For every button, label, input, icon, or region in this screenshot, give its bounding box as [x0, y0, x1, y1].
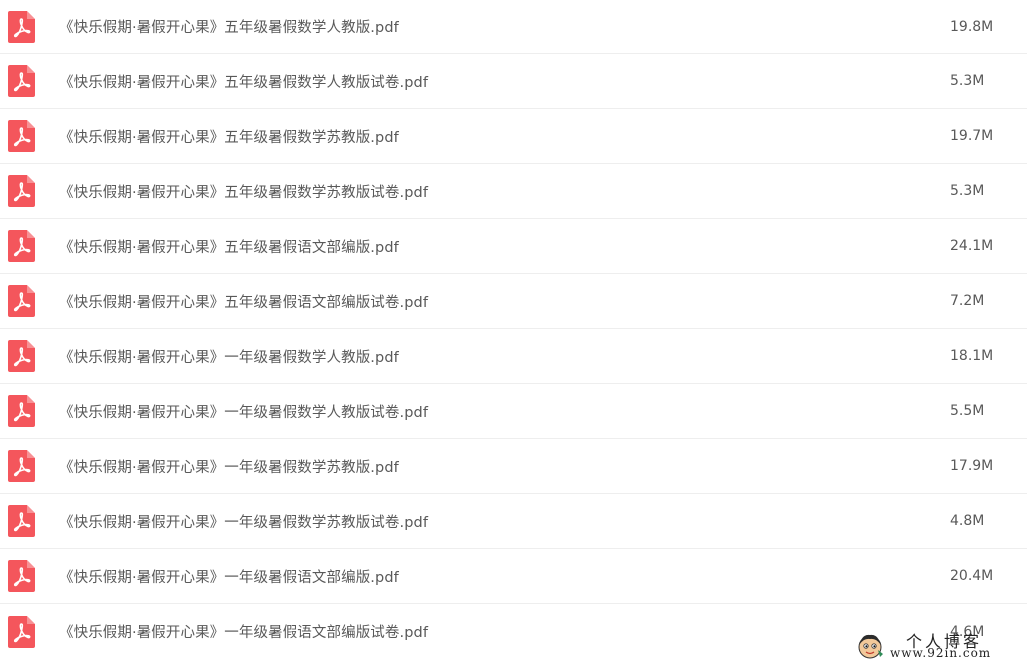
pdf-icon: [8, 450, 35, 482]
pdf-icon: [8, 340, 35, 372]
file-name[interactable]: 《快乐假期·暑假开心果》一年级暑假数学苏教版.pdf: [59, 439, 399, 493]
file-name[interactable]: 《快乐假期·暑假开心果》一年级暑假语文部编版试卷.pdf: [59, 604, 428, 659]
cartoon-avatar-icon: [856, 632, 884, 660]
pdf-icon: [8, 65, 35, 97]
file-row[interactable]: 《快乐假期·暑假开心果》五年级暑假数学人教版试卷.pdf 5.3M: [0, 54, 1027, 109]
file-row[interactable]: 《快乐假期·暑假开心果》一年级暑假数学苏教版.pdf 17.9M: [0, 439, 1027, 494]
file-name[interactable]: 《快乐假期·暑假开心果》五年级暑假数学苏教版.pdf: [59, 109, 399, 163]
pdf-icon: [8, 10, 35, 43]
pdf-icon: [8, 615, 35, 648]
file-row[interactable]: 《快乐假期·暑假开心果》五年级暑假数学苏教版试卷.pdf 5.3M: [0, 164, 1027, 219]
pdf-icon: [8, 285, 35, 317]
file-row[interactable]: 《快乐假期·暑假开心果》五年级暑假语文部编版试卷.pdf 7.2M: [0, 274, 1027, 329]
pdf-icon: [8, 230, 35, 262]
file-size: 7.2M: [950, 293, 985, 309]
file-row[interactable]: 《快乐假期·暑假开心果》五年级暑假数学苏教版.pdf 19.7M: [0, 109, 1027, 164]
file-size: 5.5M: [950, 403, 985, 419]
pdf-icon: [8, 175, 35, 207]
pdf-icon: [8, 120, 35, 152]
file-row[interactable]: 《快乐假期·暑假开心果》一年级暑假数学人教版试卷.pdf 5.5M: [0, 384, 1027, 439]
file-name[interactable]: 《快乐假期·暑假开心果》五年级暑假语文部编版.pdf: [59, 219, 399, 273]
pdf-icon: [8, 505, 35, 537]
file-name[interactable]: 《快乐假期·暑假开心果》一年级暑假语文部编版.pdf: [59, 549, 399, 603]
file-name[interactable]: 《快乐假期·暑假开心果》一年级暑假数学人教版.pdf: [59, 329, 399, 383]
file-row[interactable]: 《快乐假期·暑假开心果》五年级暑假数学人教版.pdf 19.8M: [0, 0, 1027, 54]
file-name[interactable]: 《快乐假期·暑假开心果》一年级暑假数学人教版试卷.pdf: [59, 384, 428, 438]
file-name[interactable]: 《快乐假期·暑假开心果》五年级暑假数学人教版.pdf: [59, 0, 399, 53]
file-row[interactable]: 《快乐假期·暑假开心果》一年级暑假数学人教版.pdf 18.1M: [0, 329, 1027, 384]
watermark-url: www.92in.com: [890, 646, 992, 660]
pdf-icon: [8, 395, 35, 427]
file-size: 18.1M: [950, 348, 994, 364]
file-size: 19.7M: [950, 128, 994, 144]
file-size: 19.8M: [950, 18, 994, 35]
file-name[interactable]: 《快乐假期·暑假开心果》一年级暑假数学苏教版试卷.pdf: [59, 494, 428, 548]
file-size: 5.3M: [950, 183, 985, 199]
file-row[interactable]: 《快乐假期·暑假开心果》五年级暑假语文部编版.pdf 24.1M: [0, 219, 1027, 274]
file-size: 17.9M: [950, 458, 994, 474]
watermark: 个人博客 www.92in.com: [856, 628, 1021, 662]
file-name[interactable]: 《快乐假期·暑假开心果》五年级暑假语文部编版试卷.pdf: [59, 274, 428, 328]
pdf-icon: [8, 560, 35, 592]
file-row[interactable]: 《快乐假期·暑假开心果》一年级暑假数学苏教版试卷.pdf 4.8M: [0, 494, 1027, 549]
file-name[interactable]: 《快乐假期·暑假开心果》五年级暑假数学苏教版试卷.pdf: [59, 164, 428, 218]
file-size: 20.4M: [950, 568, 994, 584]
file-size: 24.1M: [950, 238, 994, 254]
file-row[interactable]: 《快乐假期·暑假开心果》一年级暑假语文部编版.pdf 20.4M: [0, 549, 1027, 604]
file-size: 4.8M: [950, 513, 985, 529]
file-size: 5.3M: [950, 73, 985, 89]
file-list: 《快乐假期·暑假开心果》五年级暑假数学人教版.pdf 19.8M 《快乐假期·暑假开…: [0, 0, 1027, 659]
file-name[interactable]: 《快乐假期·暑假开心果》五年级暑假数学人教版试卷.pdf: [59, 54, 428, 108]
